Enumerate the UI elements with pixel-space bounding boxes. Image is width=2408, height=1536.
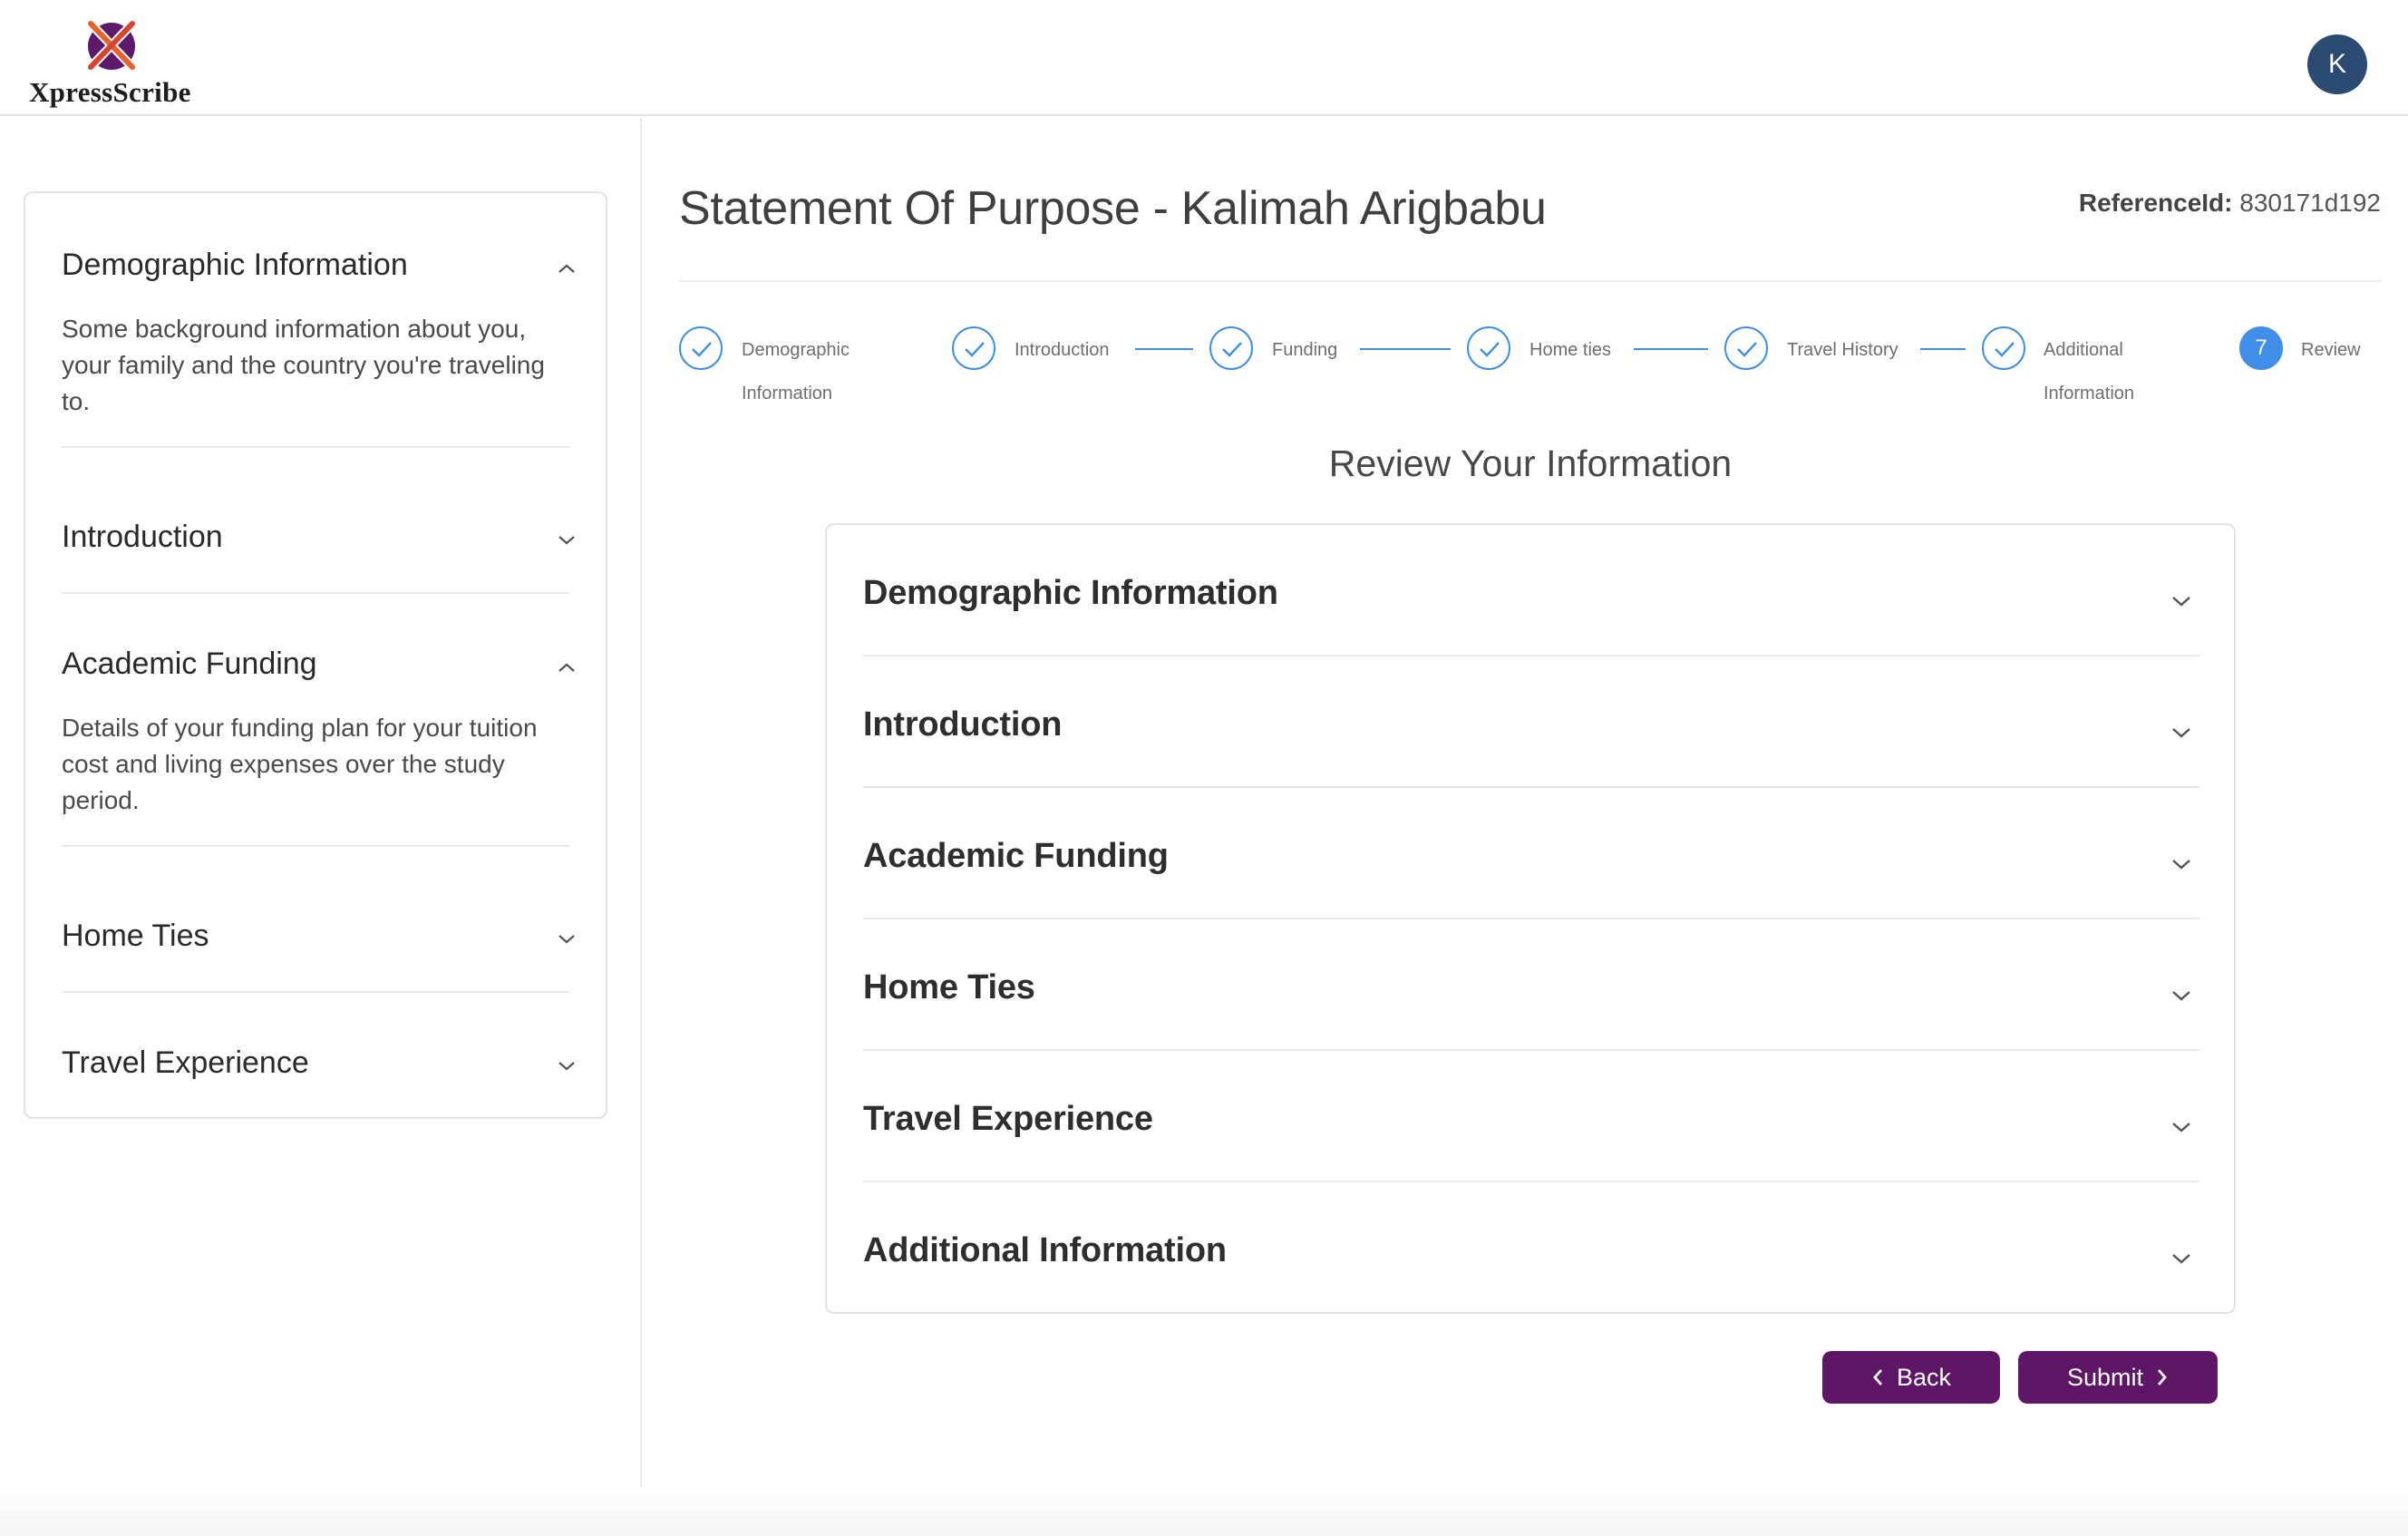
chevron-down-icon[interactable] [557,933,577,946]
review-section-title: Travel Experience [863,1100,1153,1138]
chevron-down-icon[interactable] [2170,1251,2192,1266]
step-connector [1920,348,1966,350]
submit-button[interactable]: Submit [2018,1351,2218,1404]
step-1-label: Demographic [742,340,850,360]
back-button[interactable]: Back [1822,1351,2000,1404]
step-7-number[interactable]: 7 [2239,326,2283,370]
divider [62,845,569,847]
review-section-home-ties[interactable]: Home Ties [863,919,2199,1051]
submit-button-label: Submit [2066,1363,2144,1391]
page-title: Statement Of Purpose - Kalimah Arigbabu [679,182,1547,235]
sidebar-item-description: Some background information about you, y… [62,315,545,415]
chevron-down-icon[interactable] [2170,988,2192,1003]
review-section-title: Additional Information [863,1231,1227,1269]
logo-mark-icon [84,18,139,73]
step-2-check-icon[interactable] [952,326,995,370]
review-section-travel-experience[interactable]: Travel Experience [863,1051,2199,1182]
step-3-label: Funding [1272,340,1338,360]
step-connector [1135,348,1193,350]
brand-logo[interactable]: XpressScribe [27,18,218,109]
divider [62,446,569,448]
review-section-title: Introduction [863,705,1063,744]
step-5-check-icon[interactable] [1724,326,1768,370]
step-1-check-icon[interactable] [679,326,723,370]
review-heading: Review Your Information [1328,442,1733,484]
step-6-label-line2: Information [2044,384,2135,403]
review-section-introduction[interactable]: Introduction [863,656,2199,788]
bottom-fade [0,1487,2408,1536]
review-section-title: Home Ties [863,968,1035,1006]
chevron-down-icon[interactable] [557,1060,577,1073]
chevron-left-icon [1873,1369,1883,1385]
step-5-label: Travel History [1787,340,1898,360]
review-section-demographic[interactable]: Demographic Information [863,525,2199,656]
sidebar-item-description: Details of your funding plan for your tu… [62,714,538,814]
step-6-label: Additional [2044,340,2123,360]
sidebar-item-label: Home Ties [62,919,209,953]
chevron-down-icon[interactable] [557,534,577,547]
divider [679,280,2381,282]
step-2-label: Introduction [1015,340,1110,360]
sidebar-item-label: Travel Experience [62,1045,309,1080]
step-4-label: Home ties [1529,340,1612,360]
reference-id: ReferenceId: 830171d192 [2079,189,2381,218]
review-accordion: Demographic Information Introduction Aca… [825,523,2236,1314]
chevron-down-icon[interactable] [2170,594,2192,608]
brand-name: XpressScribe [29,76,191,108]
review-section-title: Academic Funding [863,837,1169,875]
vertical-divider [640,118,642,1536]
step-1-label-line2: Information [742,384,833,403]
step-3-check-icon[interactable] [1209,326,1253,370]
step-connector [1634,348,1708,350]
sidebar-item-label: Introduction [62,520,223,554]
chevron-down-icon[interactable] [2170,725,2192,740]
reference-label: ReferenceId: [2078,189,2233,217]
chevron-down-icon[interactable] [2170,1120,2192,1134]
divider [62,592,569,594]
sidebar-guide: Demographic Information Some background … [24,191,607,1119]
review-section-title: Demographic Information [863,574,1278,612]
step-connector [1360,348,1451,350]
step-7-label: Review [2301,340,2361,360]
review-section-additional-information[interactable]: Additional Information [863,1182,2199,1314]
chevron-down-icon[interactable] [2170,857,2192,871]
chevron-right-icon [2157,1369,2167,1385]
back-button-label: Back [1896,1363,1952,1391]
chevron-up-icon[interactable] [557,661,577,674]
chevron-up-icon[interactable] [557,262,577,275]
user-avatar[interactable]: K [2307,34,2367,94]
top-bar: XpressScribe K [0,0,2408,116]
step-6-check-icon[interactable] [1982,326,2025,370]
divider [62,991,569,993]
reference-value: 830171d192 [2239,189,2381,217]
review-section-academic-funding[interactable]: Academic Funding [863,788,2199,919]
step-4-check-icon[interactable] [1467,326,1510,370]
sidebar-item-label: Demographic Information [62,248,408,282]
sidebar-item-label: Academic Funding [62,646,317,681]
